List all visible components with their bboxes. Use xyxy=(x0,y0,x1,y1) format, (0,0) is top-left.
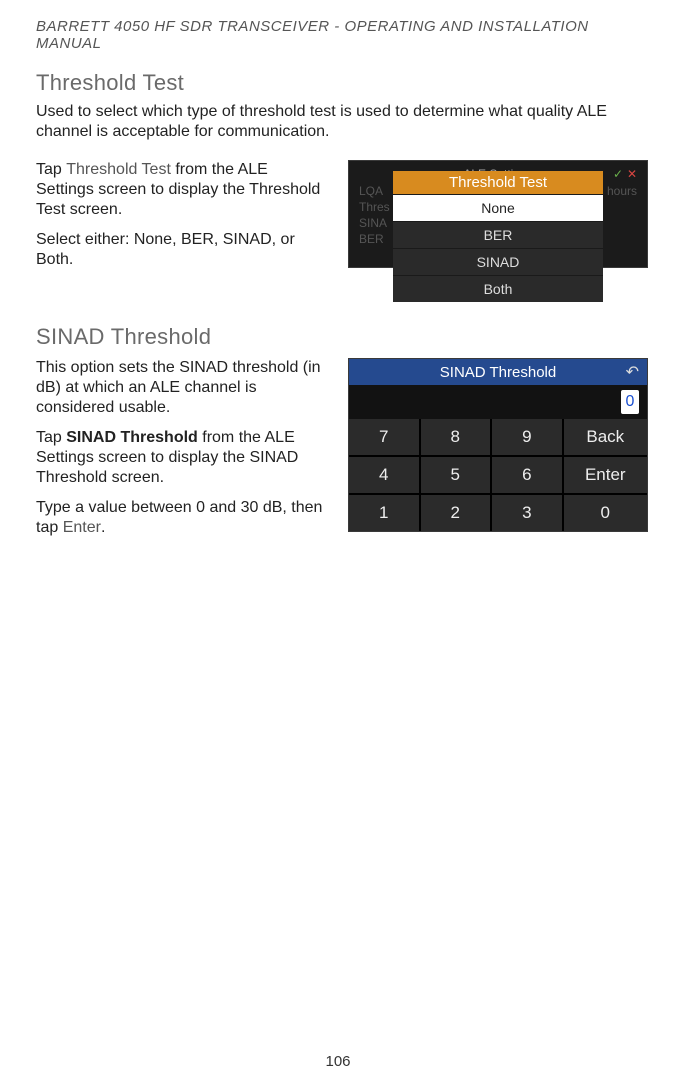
text-fragment: Tap xyxy=(36,429,66,446)
sinad-threshold-label: SINAD Threshold xyxy=(66,429,198,446)
threshold-test-intro: Used to select which type of threshold t… xyxy=(36,102,648,142)
document-header: BARRETT 4050 HF SDR TRANSCEIVER - OPERAT… xyxy=(36,18,648,52)
bg-left-label: Thres xyxy=(359,200,390,214)
key-4[interactable]: 4 xyxy=(349,457,419,493)
close-icon[interactable]: ✕ xyxy=(627,167,637,181)
text-fragment: . xyxy=(101,519,105,536)
threshold-test-instruction-1: Tap Threshold Test from the ALE Settings… xyxy=(36,160,330,220)
bg-left-label: SINA xyxy=(359,216,387,230)
popup-option-sinad[interactable]: SINAD xyxy=(393,248,603,275)
sinad-threshold-p1: This option sets the SINAD threshold (in… xyxy=(36,358,330,418)
text-fragment: Tap xyxy=(36,161,66,178)
bg-right-label: hours xyxy=(607,184,637,198)
section-title-sinad-threshold: SINAD Threshold xyxy=(36,324,648,350)
confirm-icon[interactable]: ✓ xyxy=(613,167,623,181)
threshold-test-screenshot: ALE Settings ✓ ✕ LQA hours Thres SINA BE… xyxy=(348,160,648,268)
enter-label: Enter xyxy=(63,519,101,536)
sinad-display: 0 xyxy=(349,385,647,419)
key-2[interactable]: 2 xyxy=(421,495,491,531)
page-number: 106 xyxy=(0,1053,676,1070)
key-8[interactable]: 8 xyxy=(421,419,491,455)
bg-left-label: LQA xyxy=(359,184,383,198)
threshold-test-popup: Threshold Test None BER SINAD Both xyxy=(393,171,603,302)
key-enter[interactable]: Enter xyxy=(564,457,647,493)
back-arrow-icon[interactable]: ↶ xyxy=(626,362,639,382)
key-0[interactable]: 0 xyxy=(564,495,647,531)
popup-header: Threshold Test xyxy=(393,171,603,194)
sinad-threshold-screenshot: SINAD Threshold ↶ 0 7 8 9 Back 4 5 6 Ent… xyxy=(348,358,648,532)
sinad-threshold-p3: Type a value between 0 and 30 dB, then t… xyxy=(36,498,330,538)
sinad-threshold-p2: Tap SINAD Threshold from the ALE Setting… xyxy=(36,428,330,488)
key-7[interactable]: 7 xyxy=(349,419,419,455)
key-9[interactable]: 9 xyxy=(492,419,562,455)
key-6[interactable]: 6 xyxy=(492,457,562,493)
section-title-threshold-test: Threshold Test xyxy=(36,70,648,96)
threshold-test-label: Threshold Test xyxy=(66,161,171,178)
keypad: 7 8 9 Back 4 5 6 Enter 1 2 3 0 xyxy=(349,419,647,531)
sinad-display-value: 0 xyxy=(621,390,639,414)
sinad-header: SINAD Threshold ↶ xyxy=(349,359,647,385)
key-1[interactable]: 1 xyxy=(349,495,419,531)
threshold-test-instruction-2: Select either: None, BER, SINAD, or Both… xyxy=(36,230,330,270)
popup-option-both[interactable]: Both xyxy=(393,275,603,302)
popup-option-ber[interactable]: BER xyxy=(393,221,603,248)
sinad-header-title: SINAD Threshold xyxy=(349,364,647,381)
popup-option-none[interactable]: None xyxy=(393,194,603,221)
key-5[interactable]: 5 xyxy=(421,457,491,493)
key-3[interactable]: 3 xyxy=(492,495,562,531)
bg-left-label: BER xyxy=(359,232,384,246)
key-back[interactable]: Back xyxy=(564,419,647,455)
